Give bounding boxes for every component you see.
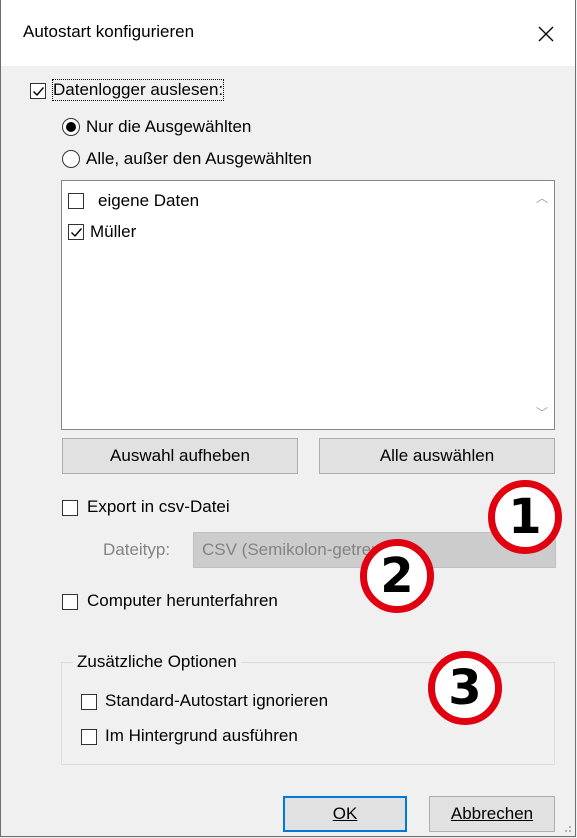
- radio-all-except-label[interactable]: Alle, außer den Ausgewählten: [86, 149, 312, 169]
- extra-options-title: Zusätzliche Optionen: [73, 652, 241, 672]
- cancel-button[interactable]: Abbrechen: [429, 796, 555, 832]
- list-item[interactable]: Müller: [90, 222, 136, 242]
- window-title: Autostart konfigurieren: [23, 22, 195, 41]
- ignore-default-label[interactable]: Standard-Autostart ignorieren: [105, 691, 328, 711]
- select-all-button[interactable]: Alle auswählen: [319, 438, 555, 474]
- close-button[interactable]: [525, 12, 567, 54]
- chevron-down-icon[interactable]: ﹀: [536, 404, 548, 421]
- datenlogger-label[interactable]: Datenlogger auslesen:: [51, 79, 225, 101]
- filetype-label: Dateityp:: [103, 540, 171, 559]
- ok-button[interactable]: OK: [283, 796, 407, 832]
- resize-grip-icon[interactable]: [562, 823, 572, 833]
- checkmark-icon: [33, 87, 45, 97]
- background-checkbox[interactable]: [81, 729, 97, 745]
- deselect-button[interactable]: Auswahl aufheben: [62, 438, 298, 474]
- list-item-checkbox[interactable]: [68, 224, 84, 240]
- export-csv-checkbox[interactable]: [62, 500, 78, 516]
- close-icon: [538, 26, 554, 42]
- annotation-badge-1: 1: [488, 480, 562, 554]
- annotation-badge-3: 3: [428, 651, 502, 725]
- chevron-up-icon[interactable]: ︿: [536, 189, 548, 206]
- datenlogger-checkbox[interactable]: [30, 83, 46, 99]
- shutdown-checkbox[interactable]: [62, 594, 78, 610]
- annotation-badge-2: 2: [360, 539, 434, 613]
- shutdown-label[interactable]: Computer herunterfahren: [87, 591, 278, 611]
- list-item[interactable]: eigene Daten: [98, 191, 199, 211]
- cancel-button-label: Abbrechen: [450, 804, 534, 823]
- export-csv-label[interactable]: Export in csv-Datei: [87, 497, 230, 517]
- list-item-checkbox[interactable]: [68, 193, 84, 209]
- ok-button-label: OK: [332, 804, 358, 823]
- title-bar: Autostart konfigurieren: [1, 0, 575, 66]
- radio-all-except[interactable]: [62, 150, 80, 168]
- ignore-default-checkbox[interactable]: [81, 694, 97, 710]
- radio-dot: [66, 122, 76, 132]
- radio-only-selected[interactable]: [62, 118, 80, 136]
- checkmark-icon: [71, 228, 83, 238]
- background-label[interactable]: Im Hintergrund ausführen: [105, 726, 298, 746]
- radio-only-selected-label[interactable]: Nur die Ausgewählten: [86, 117, 251, 137]
- user-listbox[interactable]: eigene Daten Müller ︿ ﹀: [61, 180, 555, 430]
- listbox-scrollbar[interactable]: ︿ ﹀: [530, 181, 554, 429]
